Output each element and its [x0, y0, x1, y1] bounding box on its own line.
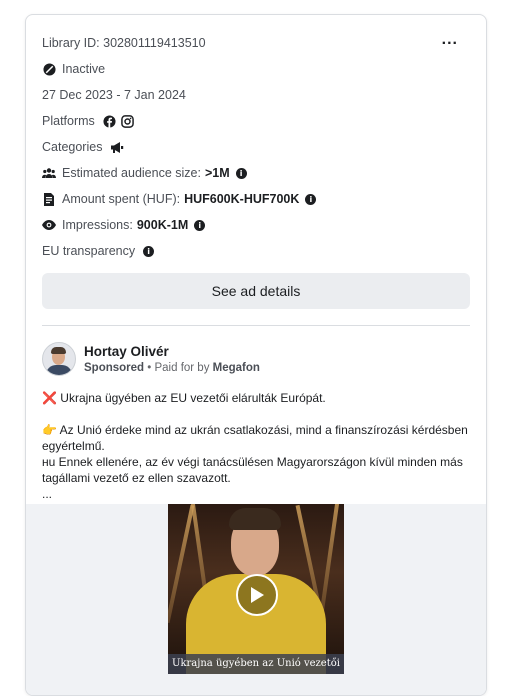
date-range: 27 Dec 2023 - 7 Jan 2024	[42, 88, 186, 102]
page-name[interactable]: Hortay Olivér	[84, 344, 260, 359]
categories-row: Categories	[42, 135, 470, 159]
amount-row: Amount spent (HUF): HUF600K-HUF700K i	[42, 187, 470, 211]
audience-label: Estimated audience size:	[62, 166, 201, 180]
post-line: ʜu Ennek ellenére, az év végi tanácsülés…	[42, 455, 463, 485]
ad-creative: Hortay Olivér Sponsored • Paid for by Me…	[26, 326, 486, 502]
post-body: ❌ Ukrajna ügyében az EU vezetői elárultá…	[42, 390, 470, 502]
video-thumbnail[interactable]: Ukrajna ügyében az Unió vezetői	[168, 504, 344, 674]
instagram-icon	[121, 114, 135, 128]
info-icon[interactable]: i	[143, 245, 155, 257]
more-options-button[interactable]: ...	[442, 31, 458, 49]
receipt-icon	[42, 192, 56, 206]
amount-value: HUF600K-HUF700K	[184, 192, 300, 206]
platforms-row: Platforms	[42, 109, 470, 133]
categories-label: Categories	[42, 140, 103, 154]
info-icon[interactable]: i	[235, 167, 247, 179]
status-row: Inactive	[42, 57, 470, 81]
ad-card: ... Library ID: 302801119413510 Inactive…	[25, 14, 487, 696]
amount-label: Amount spent (HUF):	[62, 192, 181, 206]
paid-by-name: Megafon	[212, 362, 260, 374]
avatar[interactable]	[42, 342, 76, 376]
audience-value: >1M	[204, 166, 230, 180]
video-caption: Ukrajna ügyében az Unió vezetői	[168, 654, 344, 674]
impressions-row: Impressions: 900K-1M i	[42, 213, 470, 237]
eu-transparency-label: EU transparency	[42, 244, 136, 258]
post-line: 👉 Az Unió érdeke mind az ukrán csatlakoz…	[42, 423, 468, 453]
status-text: Inactive	[62, 62, 106, 76]
see-ad-details-button[interactable]: See ad details	[42, 273, 470, 309]
sponsored-line: Sponsored • Paid for by Megafon	[84, 362, 260, 374]
megaphone-icon	[110, 140, 124, 154]
sponsored-label: Sponsored	[84, 362, 145, 374]
inactive-icon	[42, 62, 56, 76]
post-line: ❌ Ukrajna ügyében az EU vezetői elárultá…	[42, 391, 326, 405]
platforms-label: Platforms	[42, 114, 95, 128]
eu-transparency-row: EU transparency i	[42, 239, 470, 263]
library-id: Library ID: 302801119413510	[42, 36, 206, 50]
post-line: ...	[42, 487, 53, 501]
impressions-label: Impressions:	[62, 218, 133, 232]
info-icon[interactable]: i	[305, 193, 317, 205]
post-header: Hortay Olivér Sponsored • Paid for by Me…	[42, 342, 470, 376]
media-area: Ukrajna ügyében az Unió vezetői	[26, 504, 486, 695]
eye-icon	[42, 218, 56, 232]
people-icon	[42, 166, 56, 180]
paid-by-prefix: • Paid for by	[144, 362, 213, 374]
info-icon[interactable]: i	[194, 219, 206, 231]
audience-row: Estimated audience size: >1M i	[42, 161, 470, 185]
impressions-value: 900K-1M	[136, 218, 189, 232]
ad-info-section: Library ID: 302801119413510 Inactive 27 …	[26, 15, 486, 326]
date-range-row: 27 Dec 2023 - 7 Jan 2024	[42, 83, 470, 107]
library-id-row: Library ID: 302801119413510	[42, 31, 470, 55]
play-icon[interactable]	[236, 574, 278, 616]
facebook-icon	[103, 114, 117, 128]
